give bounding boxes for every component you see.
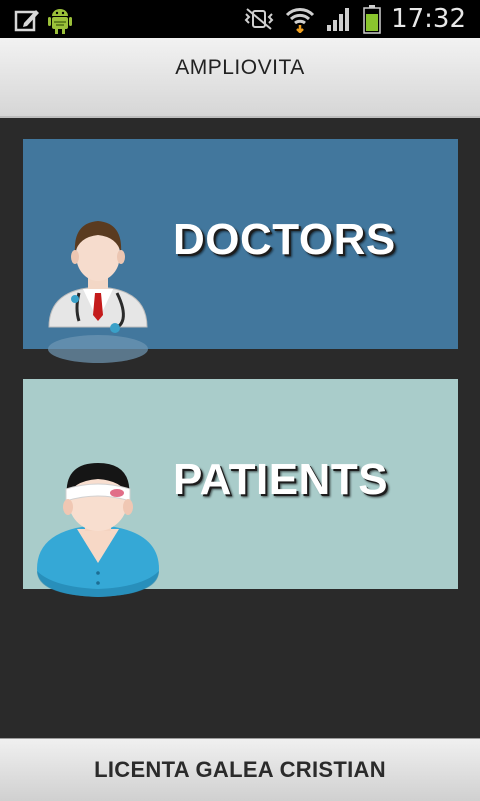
page-title: AMPLIOVITA: [175, 56, 305, 79]
status-bar: 17:32: [0, 0, 480, 38]
doctors-button[interactable]: DOCTORS: [23, 139, 458, 363]
battery-icon: [363, 5, 381, 34]
patients-button[interactable]: PATIENTS: [23, 379, 458, 597]
footer-bar: LICENTA GALEA CRISTIAN: [0, 738, 480, 801]
wifi-icon: [285, 8, 315, 33]
signal-icon: [327, 8, 350, 31]
android-debug-icon: [48, 9, 72, 34]
patient-icon: [37, 463, 159, 597]
edit-note-icon: [14, 10, 39, 32]
app-title-bar: AMPLIOVITA: [0, 38, 480, 118]
footer-text: LICENTA GALEA CRISTIAN: [94, 757, 386, 782]
doctor-icon: [48, 221, 148, 363]
vibrate-mute-icon: [244, 8, 274, 30]
patients-label: PATIENTS: [173, 455, 389, 504]
doctors-label: DOCTORS: [173, 215, 396, 264]
status-clock: 17:32: [391, 4, 466, 34]
